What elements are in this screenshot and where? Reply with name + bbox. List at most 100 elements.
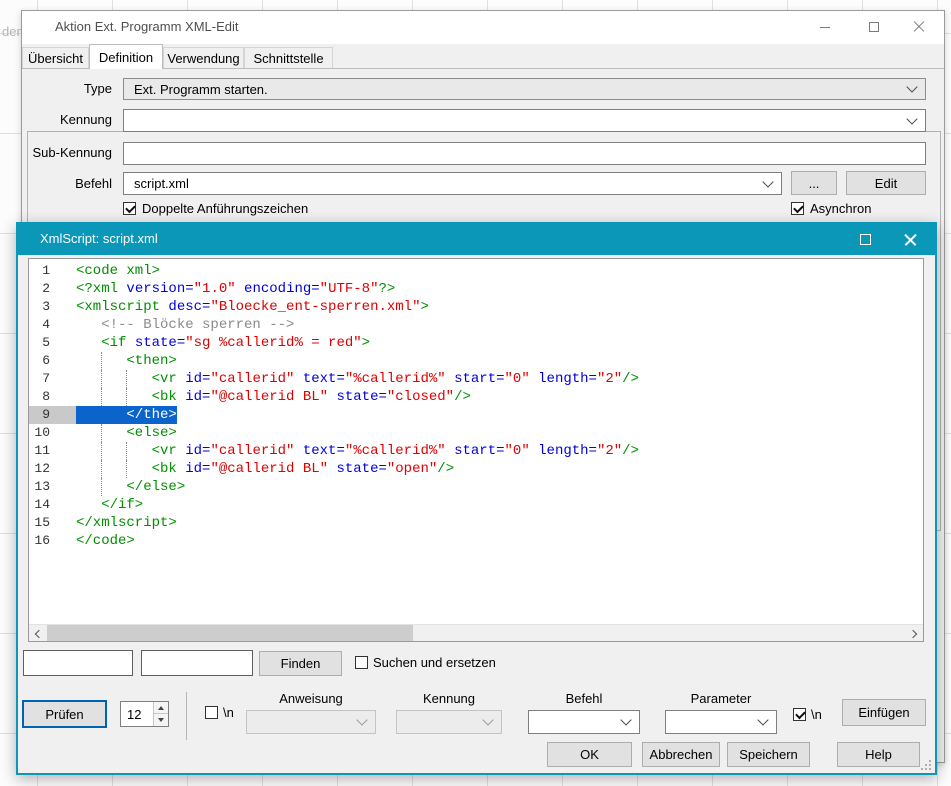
sub-kennung-field[interactable] [123,142,926,165]
newline-left-label: \n [223,705,234,720]
code-text: <else> [76,424,177,442]
chevron-down-icon [620,714,631,725]
code-line[interactable]: 6<then> [29,352,923,370]
line-number: 16 [29,532,76,550]
kennung-dropdown[interactable] [123,109,926,132]
code-line[interactable]: 16</code> [29,532,923,550]
spin-down-button[interactable] [154,714,168,726]
code-line[interactable]: 14</if> [29,496,923,514]
maximize-button[interactable] [851,11,896,43]
einfuegen-button[interactable]: Einfügen [842,699,926,726]
newline-left-checkbox[interactable] [205,706,218,719]
tab-definition[interactable]: Definition [89,44,163,69]
type-value: Ext. Programm starten. [134,82,268,97]
maximize-button[interactable] [843,224,888,255]
code-line[interactable]: 10<else> [29,424,923,442]
triangle-down-icon [158,718,164,722]
xml-code-editor[interactable]: 1<code xml>2<?xml version="1.0" encoding… [28,258,924,642]
befehl-tool-label: Befehl [528,691,640,706]
resize-grip[interactable] [920,759,931,770]
doppelte-anfuehrungszeichen-label: Doppelte Anführungszeichen [142,201,308,216]
code-line[interactable]: 15</xmlscript> [29,514,923,532]
code-line[interactable]: 1<code xml> [29,262,923,280]
line-number: 7 [29,370,76,388]
chevron-down-icon [762,176,773,187]
line-number: 1 [29,262,76,280]
xmlscript-titlebar[interactable]: XmlScript: script.xml [18,224,935,255]
sub-kennung-label: Sub-Kennung [32,145,112,160]
code-text: <!-- Blöcke sperren --> [76,316,294,334]
befehl-dropdown[interactable]: script.xml [123,172,782,195]
suchen-und-ersetzen-checkbox[interactable] [355,656,368,669]
replace-input[interactable] [141,650,253,676]
code-line[interactable]: 7<vr id="callerid" text="%callerid%" sta… [29,370,923,388]
code-text: <code xml> [76,262,160,280]
type-label: Type [32,81,112,96]
pruefen-button[interactable]: Prüfen [22,700,107,728]
code-line[interactable]: 12<bk id="@callerid BL" state="open"/> [29,460,923,478]
code-text: </xmlscript> [76,514,177,532]
abbrechen-button[interactable]: Abbrechen [642,742,720,767]
kennung-tool-label: Kennung [396,691,502,706]
chevron-down-icon [757,714,768,725]
line-number: 10 [29,424,76,442]
tab-verwendung[interactable]: Verwendung [163,47,244,69]
line-number: 15 [29,514,76,532]
tab-schnittstelle[interactable]: Schnittstelle [244,47,333,69]
code-line[interactable]: 9</the> [29,406,923,424]
line-number: 5 [29,334,76,352]
dialog1-titlebar[interactable]: Aktion Ext. Programm XML-Edit [22,11,944,44]
spin-up-button[interactable] [154,702,168,714]
finden-button[interactable]: Finden [259,651,342,676]
line-number-input[interactable] [121,702,153,726]
close-button[interactable] [888,224,933,255]
code-text: </else> [76,478,185,496]
dialog-xmlscript: XmlScript: script.xml 1<code xml>2<?xml … [16,222,937,775]
anweisung-dropdown [246,710,376,734]
code-line[interactable]: 11<vr id="callerid" text="%callerid%" st… [29,442,923,460]
asynchron-checkbox[interactable] [791,202,804,215]
line-number: 13 [29,478,76,496]
line-number-spinner[interactable] [120,701,169,727]
code-line[interactable]: 5<if state="sg %callerid% = red"> [29,334,923,352]
find-input[interactable] [23,650,133,676]
code-line[interactable]: 13</else> [29,478,923,496]
code-lines[interactable]: 1<code xml>2<?xml version="1.0" encoding… [29,259,923,624]
asynchron-label: Asynchron [810,201,871,216]
newline-right-checkbox[interactable] [793,708,806,721]
kennung-label: Kennung [32,112,112,127]
befehl-value: script.xml [134,176,189,191]
spinner-buttons [153,702,168,726]
line-number: 6 [29,352,76,370]
kennung-tool-dropdown [396,710,502,734]
code-line[interactable]: 4<!-- Blöcke sperren --> [29,316,923,334]
befehl-tool-dropdown[interactable] [528,710,640,734]
line-number: 12 [29,460,76,478]
scroll-right-button[interactable] [906,625,923,642]
close-button[interactable] [896,11,941,43]
tab-uebersicht[interactable]: Übersicht [22,47,89,69]
edit-button[interactable]: Edit [846,171,926,195]
speichern-button[interactable]: Speichern [727,742,810,767]
doppelte-anfuehrungszeichen-checkbox[interactable] [123,202,136,215]
scrollbar-thumb[interactable] [47,625,413,641]
minimize-button[interactable] [802,11,847,43]
code-text: <?xml version="1.0" encoding="UTF-8"?> [76,280,395,298]
line-number: 3 [29,298,76,316]
dialog1-title: Aktion Ext. Programm XML-Edit [55,19,239,34]
scroll-left-button[interactable] [29,625,46,642]
parameter-label: Parameter [665,691,777,706]
code-line[interactable]: 3<xmlscript desc="Bloecke_ent-sperren.xm… [29,298,923,316]
ok-button[interactable]: OK [547,742,632,767]
befehl-label: Befehl [32,176,112,191]
chevron-down-icon [356,714,367,725]
code-text: <xmlscript desc="Bloecke_ent-sperren.xml… [76,298,429,316]
parameter-dropdown[interactable] [665,710,777,734]
code-line[interactable]: 2<?xml version="1.0" encoding="UTF-8"?> [29,280,923,298]
type-dropdown[interactable]: Ext. Programm starten. [123,78,926,100]
line-number: 8 [29,388,76,406]
code-line[interactable]: 8<bk id="@callerid BL" state="closed"/> [29,388,923,406]
help-button[interactable]: Help [837,742,920,767]
browse-button[interactable]: ... [791,171,837,195]
horizontal-scrollbar[interactable] [29,624,923,641]
